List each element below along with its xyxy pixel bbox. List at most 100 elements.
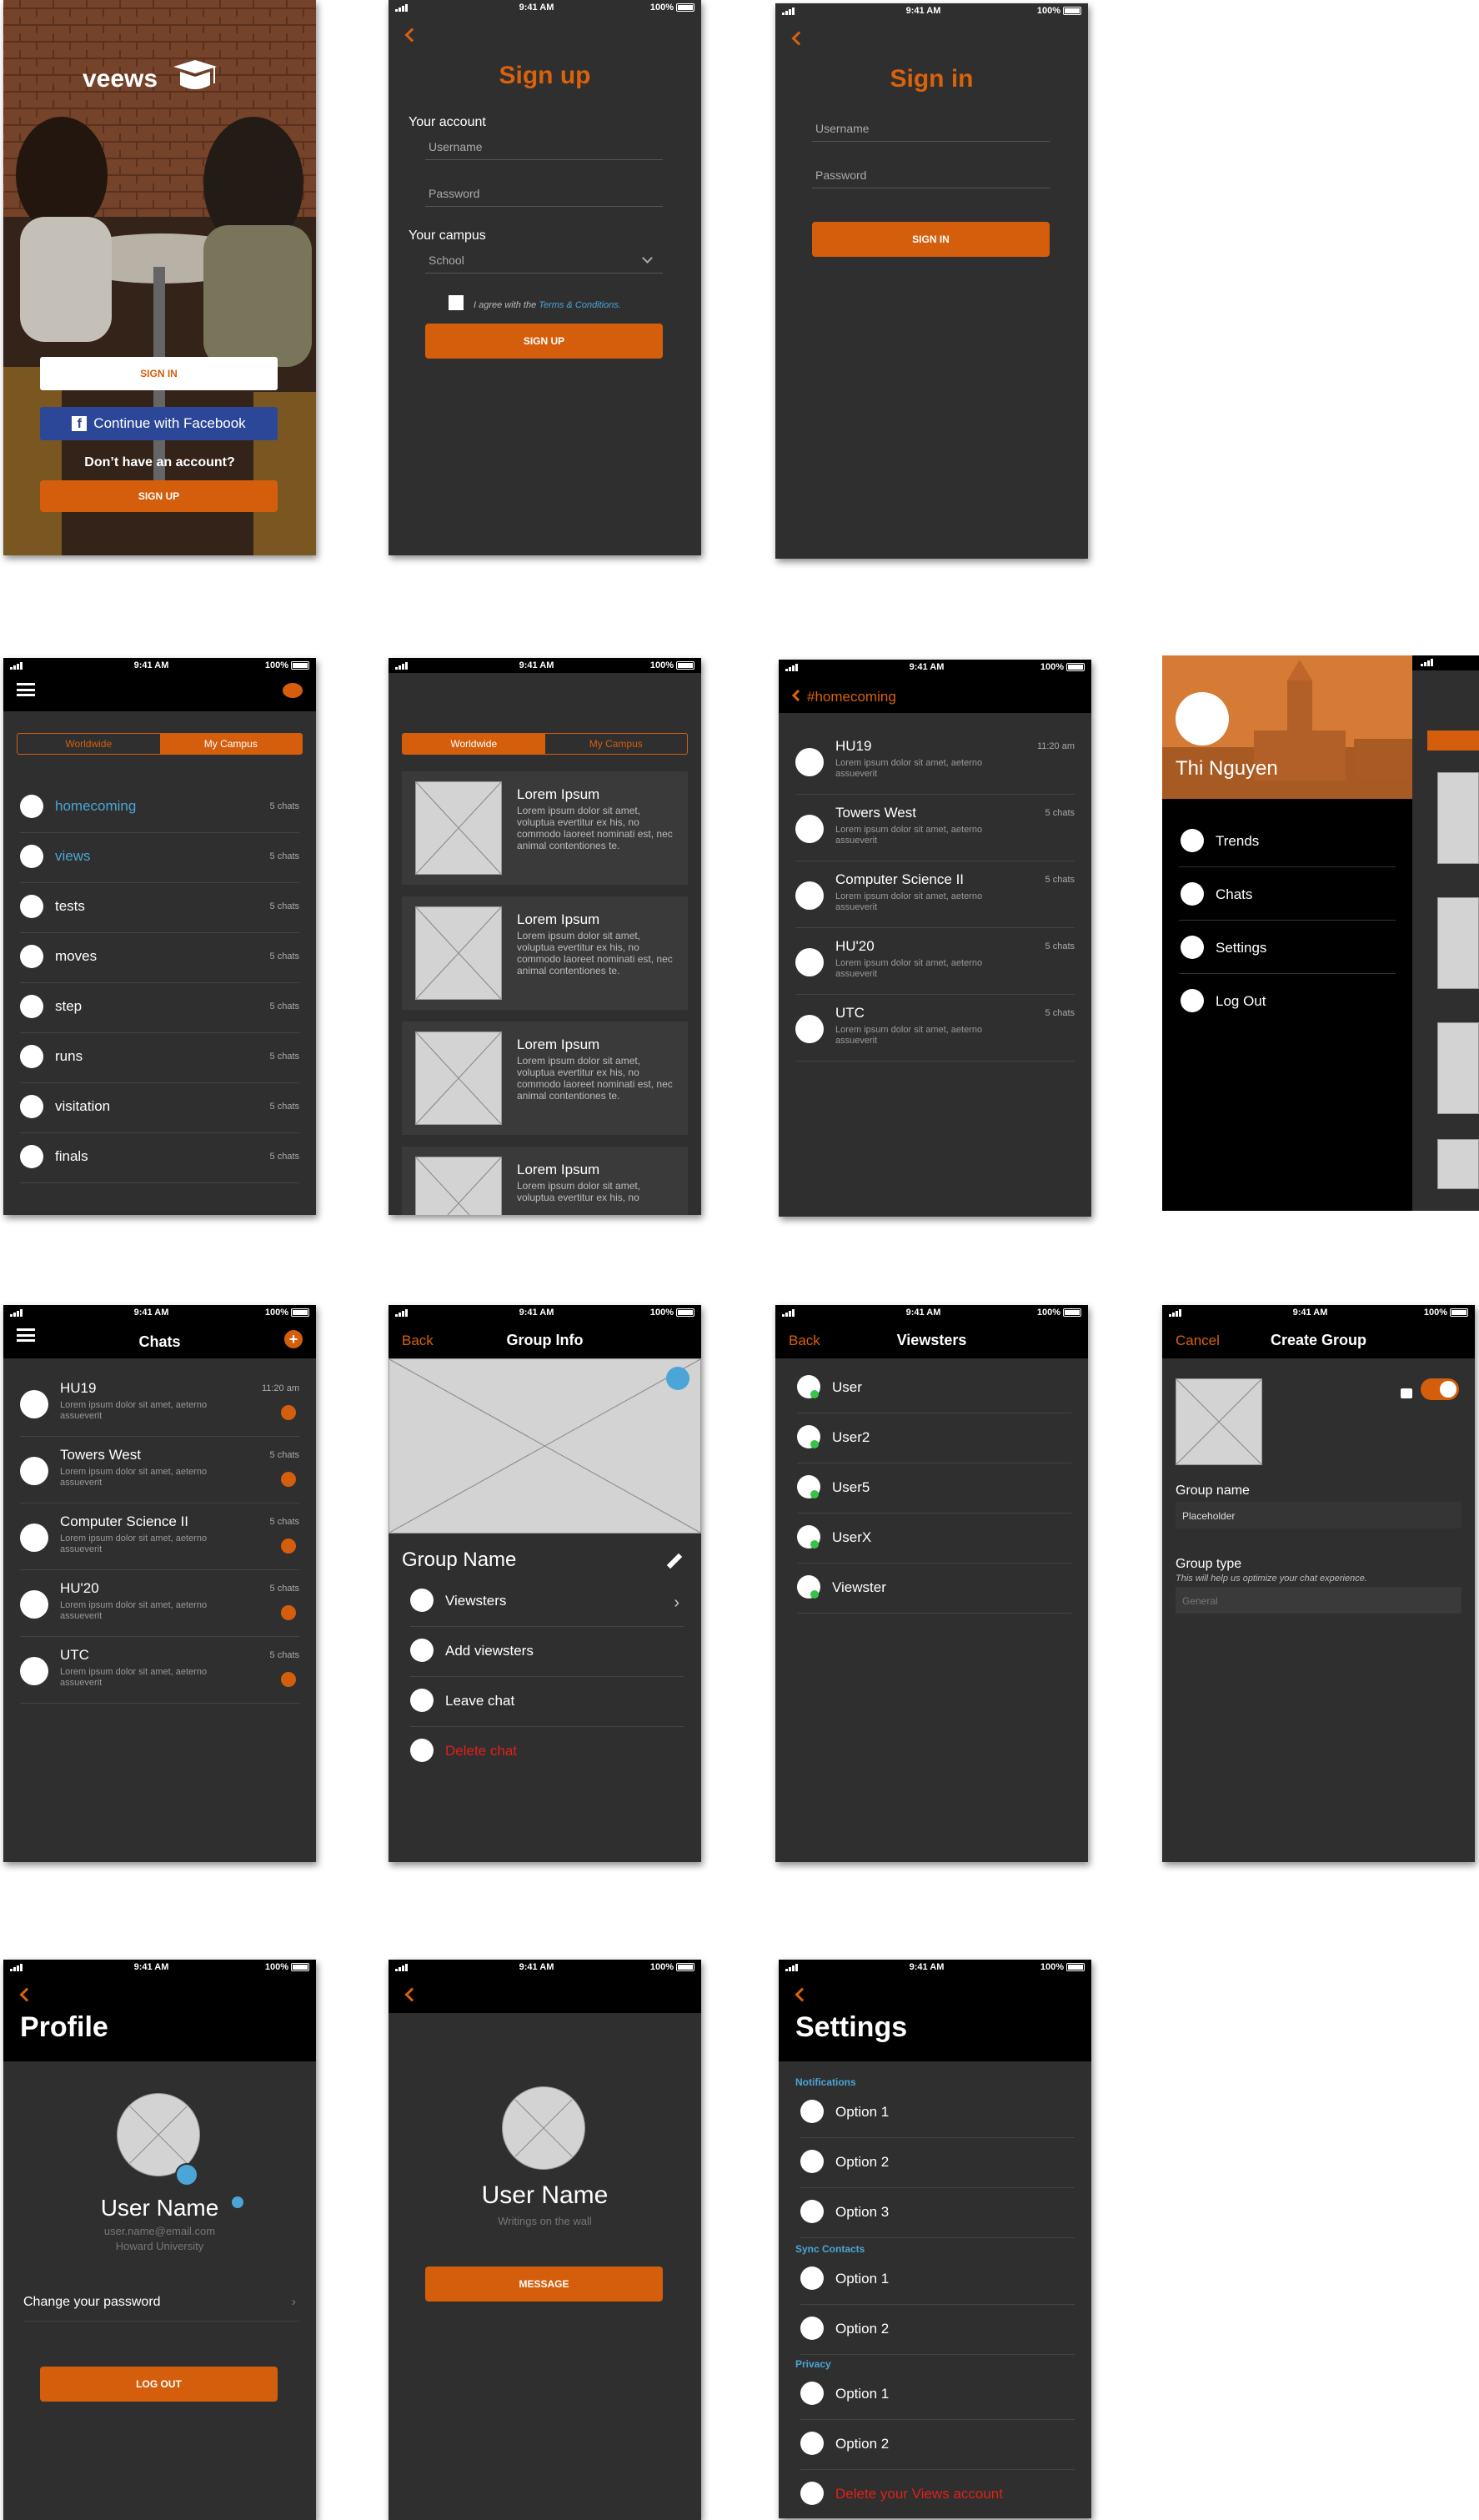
drawer-item[interactable]: Trends: [1179, 814, 1396, 867]
feed-card[interactable]: Lorem Ipsum Lorem ipsum dolor sit amet, v…: [402, 1147, 688, 1215]
avatar[interactable]: [1176, 692, 1229, 745]
viewster-row[interactable]: User5: [797, 1463, 1071, 1514]
privacy-toggle[interactable]: [1421, 1378, 1459, 1400]
chat-bubble-icon[interactable]: [283, 683, 303, 698]
username-field[interactable]: Username: [812, 113, 1050, 142]
hashtag-row[interactable]: moves 5 chats: [20, 933, 299, 983]
sign-up-button[interactable]: SIGN UP: [40, 480, 278, 512]
hashtag-row[interactable]: visitation 5 chats: [20, 1083, 299, 1133]
settings-option[interactable]: Option 2: [800, 2138, 1075, 2188]
group-option[interactable]: Add viewsters: [410, 1627, 684, 1677]
hashtag-row[interactable]: runs 5 chats: [20, 1033, 299, 1083]
hashtag-row[interactable]: step 5 chats: [20, 983, 299, 1033]
feed-card[interactable]: Lorem Ipsum Lorem ipsum dolor sit amet, v…: [402, 1022, 688, 1135]
chat-row[interactable]: Computer Science II Lorem ipsum dolor sit…: [20, 1503, 299, 1570]
edit-icon[interactable]: [666, 1553, 683, 1569]
chat-row[interactable]: Towers West Lorem ipsum dolor sit amet, a…: [795, 795, 1075, 861]
message-button[interactable]: MESSAGE: [425, 2266, 663, 2302]
tab-worldwide[interactable]: Worldwide: [18, 734, 160, 754]
add-chat-icon[interactable]: +: [284, 1330, 303, 1348]
chat-avatar: [795, 748, 824, 776]
tab-my-campus[interactable]: My Campus: [545, 734, 688, 754]
camera-icon[interactable]: [666, 1367, 689, 1390]
battery-icon: 100%: [628, 1308, 694, 1318]
group-name-input[interactable]: Placeholder: [1176, 1502, 1461, 1529]
avatar: [502, 2086, 585, 2170]
chat-row[interactable]: HU'20 Lorem ipsum dolor sit amet, aeterno…: [795, 928, 1075, 995]
chat-row[interactable]: UTC Lorem ipsum dolor sit amet, aeterno a…: [20, 1637, 299, 1704]
drawer-item-icon: [1181, 829, 1204, 852]
group-image-picker[interactable]: [1176, 1378, 1262, 1465]
drawer-item[interactable]: Log Out: [1179, 974, 1396, 1027]
terms-checkbox[interactable]: [449, 295, 464, 310]
feed-card-image: [415, 906, 502, 1000]
settings-option[interactable]: Option 3: [800, 2188, 1075, 2238]
settings-option[interactable]: Option 2: [800, 2420, 1075, 2470]
hashtag-row[interactable]: homecoming 5 chats: [20, 783, 299, 833]
tab-my-campus[interactable]: My Campus: [159, 734, 302, 754]
status-bar: 9:41 AM 100%: [3, 1305, 316, 1320]
settings-option[interactable]: Option 1: [800, 2370, 1075, 2420]
username-field[interactable]: Username: [425, 132, 663, 160]
hashtag-avatar: [20, 945, 43, 968]
settings-option[interactable]: Option 1: [800, 2255, 1075, 2305]
terms-link[interactable]: Terms & Conditions.: [539, 300, 621, 310]
nav-bar: Cancel Create Group: [1162, 1320, 1475, 1358]
viewster-row[interactable]: UserX: [797, 1514, 1071, 1564]
unread-badge: [281, 1405, 296, 1420]
battery-icon: 100%: [1018, 1962, 1085, 1972]
viewster-row[interactable]: User: [797, 1363, 1071, 1413]
school-select[interactable]: School: [425, 245, 663, 274]
menu-icon[interactable]: [17, 683, 35, 696]
chat-name: Computer Science II: [60, 1514, 189, 1529]
chat-row[interactable]: Computer Science II Lorem ipsum dolor sit…: [795, 861, 1075, 928]
chat-row[interactable]: HU'20 Lorem ipsum dolor sit amet, aeterno…: [20, 1570, 299, 1637]
status-bar: 9:41 AM 100%: [389, 1305, 701, 1320]
camera-icon[interactable]: [175, 2163, 198, 2186]
drawer-item[interactable]: Settings: [1179, 921, 1396, 974]
hashtag-row[interactable]: finals 5 chats: [20, 1133, 299, 1183]
settings-option[interactable]: Option 1: [800, 2088, 1075, 2138]
online-indicator: [810, 1490, 819, 1498]
settings-section-title: Notifications: [795, 2076, 856, 2088]
battery-icon: 100%: [243, 1308, 309, 1318]
group-option[interactable]: Delete chat: [410, 1727, 684, 1777]
splash-screen: veews SIGN IN f Continue with Facebook D…: [3, 0, 316, 555]
graduation-cap-icon: [173, 60, 217, 89]
sign-in-button[interactable]: SIGN IN: [40, 357, 278, 390]
group-cover-image[interactable]: [389, 1358, 701, 1534]
sign-in-submit-button[interactable]: SIGN IN: [812, 222, 1050, 257]
back-icon[interactable]: [404, 28, 419, 43]
group-option[interactable]: Leave chat: [410, 1677, 684, 1727]
logout-button[interactable]: LOG OUT: [40, 2367, 278, 2402]
viewster-row[interactable]: User2: [797, 1413, 1071, 1463]
hashtag-row[interactable]: views 5 chats: [20, 833, 299, 883]
profile-screen: 9:41 AM 100% Profile User Name user.name@…: [3, 1960, 316, 2520]
facebook-button[interactable]: f Continue with Facebook: [40, 407, 278, 440]
chat-row[interactable]: Towers West Lorem ipsum dolor sit amet, a…: [20, 1437, 299, 1503]
feed-card-image: [415, 1032, 502, 1125]
group-option[interactable]: Viewsters ›: [410, 1577, 684, 1627]
chat-row[interactable]: UTC Lorem ipsum dolor sit amet, aeterno a…: [795, 995, 1075, 1062]
chat-row[interactable]: HU19 Lorem ipsum dolor sit amet, aeterno …: [795, 728, 1075, 795]
drawer-item[interactable]: Chats: [1179, 867, 1396, 921]
viewster-row[interactable]: Viewster: [797, 1564, 1071, 1614]
feed-card[interactable]: Lorem Ipsum Lorem ipsum dolor sit amet, v…: [402, 896, 688, 1010]
password-field[interactable]: Password: [425, 178, 663, 207]
battery-icon: 100%: [1401, 1308, 1468, 1318]
campus-screen: 9:41 AM 100% Worldwide My Campus homecomi…: [3, 658, 316, 1215]
option-label: Option 1: [835, 2271, 890, 2287]
delete-account-row[interactable]: Delete your Views account: [800, 2470, 1075, 2518]
user-name: User Name: [481, 2181, 609, 2209]
sign-up-submit-button[interactable]: SIGN UP: [425, 324, 663, 359]
signal-icon: [782, 1308, 832, 1317]
tab-worldwide[interactable]: Worldwide: [403, 734, 545, 754]
settings-option[interactable]: Option 2: [800, 2305, 1075, 2355]
feed-card[interactable]: Lorem Ipsum Lorem ipsum dolor sit amet, v…: [402, 771, 688, 885]
group-type-select[interactable]: General: [1176, 1587, 1461, 1614]
change-password-row[interactable]: Change your password ›: [23, 2295, 299, 2322]
password-field[interactable]: Password: [812, 160, 1050, 188]
hashtag-row[interactable]: tests 5 chats: [20, 883, 299, 933]
back-icon[interactable]: [791, 31, 806, 46]
chat-row[interactable]: HU19 Lorem ipsum dolor sit amet, aeterno …: [20, 1370, 299, 1437]
